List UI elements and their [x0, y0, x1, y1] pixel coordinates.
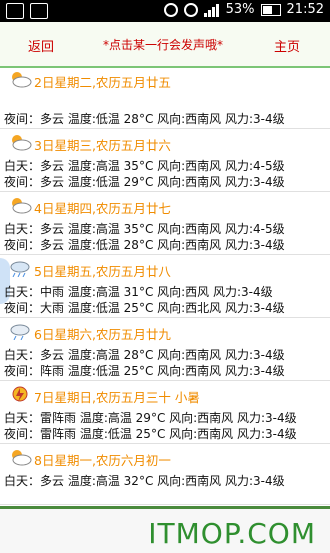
date-label: 4日星期四,农历五月廿七: [34, 201, 171, 216]
battery-percent: 53%: [225, 2, 255, 17]
day-item[interactable]: 4日星期四,农历五月廿七 白天：多云 温度:高温 35°C 风向:西南风 风力:…: [0, 192, 330, 255]
signal-icon: [203, 3, 220, 17]
battery-icon: [260, 3, 281, 16]
date-label: 7日星期日,农历五月三十 小暑: [34, 390, 200, 405]
forecast-list: 2日星期二,农历五月廿五 夜间：多云 温度:低温 28°C 风向:西南风 风力:…: [0, 66, 330, 506]
day-row[interactable]: 白天：雷阵雨 温度:高温 29°C 风向:西南风 风力:3-4级: [4, 409, 297, 426]
wifi-icon: [183, 2, 198, 17]
date-label: 6日星期六,农历五月廿九: [34, 327, 171, 342]
status-left-icons: [6, 3, 48, 19]
day-item[interactable]: 8日星期一,农历六月初一 白天：多云 温度:高温 32°C 风向:西南风 风力:…: [0, 444, 330, 505]
day-row[interactable]: 白天：多云 温度:高温 35°C 风向:西南风 风力:4-5级: [4, 220, 285, 237]
night-row[interactable]: 夜间：大雨 温度:低温 25°C 风向:西北风 风力:3-4级: [4, 299, 285, 316]
back-button[interactable]: 返回: [28, 36, 54, 55]
footer-bar: ITMOP.COM: [0, 506, 330, 553]
date-label: 5日星期五,农历五月廿八: [34, 264, 171, 279]
rain-cloud-icon: [10, 324, 30, 340]
day-item[interactable]: 7日星期日,农历五月三十 小暑 白天：雷阵雨 温度:高温 29°C 风向:西南风…: [0, 381, 330, 444]
status-bar: 53% 21:52: [0, 0, 330, 22]
status-time: 21:52: [286, 2, 324, 17]
day-item[interactable]: 6日星期六,农历五月廿九 白天：多云 温度:高温 28°C 风向:西南风 风力:…: [0, 318, 330, 381]
night-row[interactable]: 夜间：阵雨 温度:低温 25°C 风向:西南风 风力:3-4级: [4, 362, 285, 379]
night-row[interactable]: 夜间：雷阵雨 温度:低温 25°C 风向:西南风 风力:3-4级: [4, 425, 297, 442]
day-item[interactable]: 5日星期五,农历五月廿八 白天：中雨 温度:高温 31°C 风向:西风 风力:3…: [0, 255, 330, 318]
day-row[interactable]: 白天：多云 温度:高温 32°C 风向:西南风 风力:3-4级: [4, 472, 285, 489]
app-notification-icon: [30, 3, 48, 19]
date-label: 8日星期一,农历六月初一: [34, 453, 171, 468]
cloudy-sun-icon: [12, 198, 32, 214]
day-row[interactable]: 白天：多云 温度:高温 28°C 风向:西南风 风力:3-4级: [4, 346, 285, 363]
night-row[interactable]: 夜间：多云 温度:低温 28°C 风向:西南风 风力:3-4级: [4, 110, 285, 127]
date-label: 2日星期二,农历五月廿五: [34, 75, 171, 90]
status-right-icons: 53% 21:52: [163, 2, 324, 17]
date-label: 3日星期三,农历五月廿六: [34, 138, 171, 153]
cloudy-sun-icon: [12, 450, 32, 466]
home-button[interactable]: 主页: [274, 36, 300, 55]
hint-text: *点击某一行会发声哦*: [103, 38, 224, 52]
notification-icon: [6, 3, 24, 19]
night-row[interactable]: 夜间：多云 温度:低温 28°C 风向:西南风 风力:3-4级: [4, 236, 285, 253]
rain-icon: [10, 261, 30, 277]
cloudy-sun-icon: [12, 135, 32, 151]
day-row[interactable]: 白天：多云 温度:高温 35°C 风向:西南风 风力:4-5级: [4, 157, 285, 174]
alarm-icon: [163, 2, 178, 17]
night-row[interactable]: 夜间：多云 温度:低温 29°C 风向:西南风 风力:3-4级: [4, 173, 285, 190]
header-bar: 返回 *点击某一行会发声哦* 主页: [0, 22, 330, 68]
cloudy-sun-icon: [12, 72, 32, 88]
day-item[interactable]: 3日星期三,农历五月廿六 白天：多云 温度:高温 35°C 风向:西南风 风力:…: [0, 129, 330, 192]
day-row[interactable]: 白天：中雨 温度:高温 31°C 风向:西风 风力:3-4级: [4, 283, 273, 300]
day-item[interactable]: 2日星期二,农历五月廿五 夜间：多云 温度:低温 28°C 风向:西南风 风力:…: [0, 66, 330, 129]
thunder-icon: [12, 386, 28, 402]
watermark: ITMOP.COM: [148, 517, 316, 550]
